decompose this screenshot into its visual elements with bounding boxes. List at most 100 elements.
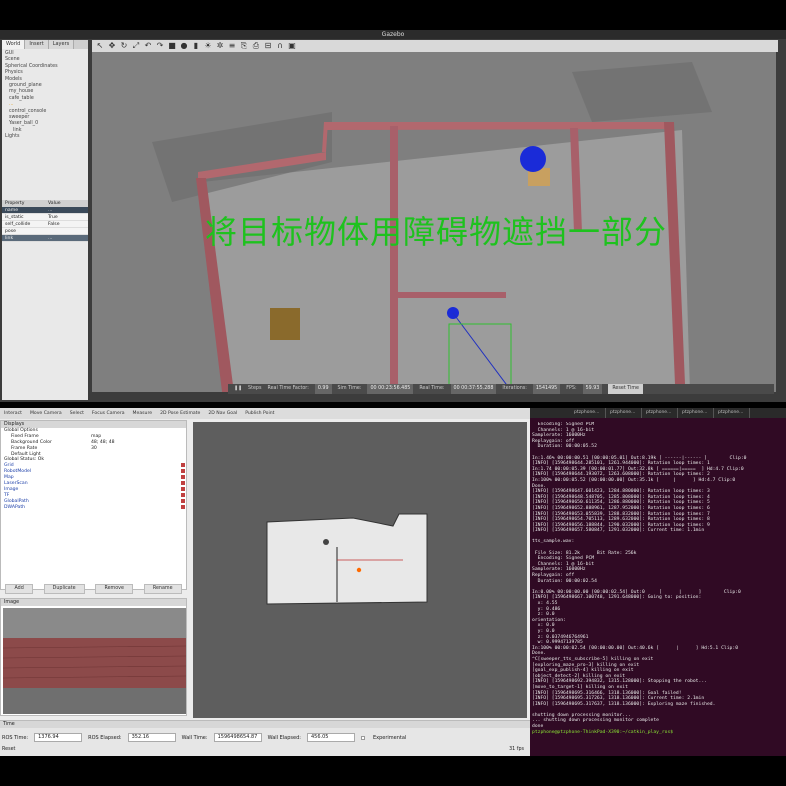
display-enable-checkbox[interactable] (181, 481, 185, 486)
display-row[interactable]: DWAPath (1, 504, 186, 511)
rviz-window: Interact Move Camera Select Focus Camera Mea… (0, 408, 530, 756)
fps-readout: 31 fps (509, 747, 524, 752)
tree-item[interactable]: Lights (5, 134, 85, 140)
reset-time-button[interactable]: Reset Time (608, 384, 643, 394)
caption-overlay: 将目标物体用障碍物遮挡一部分 (204, 213, 667, 251)
gazebo-toolbar: ↖ ✥ ↻ ⤢ ↶ ↷ ■ ● ▮ ☀ ✲ ≡ ⎘ ⎙ ⊟ ∩ ▣ (92, 40, 778, 52)
wall-top (324, 122, 672, 130)
display-enable-checkbox[interactable] (181, 463, 185, 468)
property-value: ... (48, 236, 53, 241)
property-value: ... (48, 208, 53, 213)
robot-pose-marker (356, 567, 362, 573)
property-col-header: Property (5, 201, 25, 206)
ros-elapsed-value: 352.16 (127, 733, 176, 742)
display-enable-checkbox[interactable] (181, 498, 185, 503)
rviz-tool-2d-pose-estimate[interactable]: 2D Pose Estimate (160, 411, 200, 416)
rviz-tool-measure[interactable]: Measure (133, 411, 153, 416)
display-enable-checkbox[interactable] (181, 504, 185, 509)
rviz-tool-2d-nav-goal[interactable]: 2D Nav Goal (208, 411, 237, 416)
box-shape-icon[interactable]: ■ (168, 41, 176, 51)
tab-insert[interactable]: Insert (25, 40, 49, 49)
gazebo-3d-view[interactable]: 将目标物体用障碍物遮挡一部分 (92, 52, 776, 392)
property-row[interactable]: self_collide False (2, 221, 88, 228)
fps-value: 59.93 (582, 384, 603, 394)
terminal-tab[interactable]: ptzphone... (570, 408, 606, 418)
rviz-tool-interact[interactable]: Interact (4, 411, 22, 416)
property-row[interactable]: link... (2, 235, 88, 242)
property-name: self_collide (5, 222, 31, 227)
terminal-window[interactable]: ptzphone... ptzphone... ptzphone... ptzphon… (530, 408, 786, 756)
terminal-tab[interactable]: ptzphone... (678, 408, 714, 418)
terminal-tab[interactable]: ptzphone... (714, 408, 750, 418)
redo-icon[interactable]: ↷ (156, 41, 164, 51)
ros-elapsed-label: ROS Elapsed: (88, 734, 122, 741)
wall-inner-horizontal (398, 292, 506, 298)
reset-button[interactable]: Reset (2, 747, 15, 752)
property-row[interactable]: is_static True (2, 214, 88, 221)
property-name: name (5, 208, 19, 213)
add-button[interactable]: Add (5, 584, 33, 594)
sphere-shape-icon[interactable]: ● (180, 41, 188, 51)
rviz-tool-move-camera[interactable]: Move Camera (30, 411, 62, 416)
rviz-toolbar: Interact Move Camera Select Focus Camera Mea… (0, 408, 530, 419)
experimental-label: Experimental (372, 734, 407, 741)
display-enable-checkbox[interactable] (181, 492, 185, 497)
spot-light-icon[interactable]: ✲ (216, 41, 224, 51)
rtf-value: 0.99 (314, 384, 332, 394)
select-arrow-icon[interactable]: ↖ (96, 41, 104, 51)
property-name: pose (5, 229, 16, 234)
iterations-value: 1541495 (532, 384, 561, 394)
terminal-tab[interactable]: ptzphone... (642, 408, 678, 418)
wall-time-label: Wall Time: (181, 734, 208, 741)
rviz-tool-select[interactable]: Select (70, 411, 84, 416)
rename-button[interactable]: Rename (143, 584, 182, 594)
copy-icon[interactable]: ⎘ (240, 41, 248, 51)
sim-time-label: Sim Time: (337, 386, 362, 391)
value-col-header: Value (48, 201, 61, 206)
rotate-icon[interactable]: ↻ (120, 41, 128, 51)
rtf-label: Real Time Factor: (267, 386, 309, 391)
paste-icon[interactable]: ⎙ (252, 41, 260, 51)
wall-time-value: 1596498654.87 (213, 733, 262, 742)
ros-time-label: ROS Time: (2, 734, 29, 741)
align-icon[interactable]: ⊟ (264, 41, 272, 51)
duplicate-button[interactable]: Duplicate (43, 584, 85, 594)
undo-icon[interactable]: ↶ (144, 41, 152, 51)
terminal-prompt[interactable]: ptzphone@ptzphone-ThinkPad-X390:~/catkin… (532, 730, 784, 736)
camera-icon[interactable]: ▣ (288, 41, 296, 51)
gazebo-window: Gazebo World Insert Layers GUI Scene Spher… (0, 30, 786, 402)
display-enable-checkbox[interactable] (181, 469, 185, 474)
terminal-tab[interactable]: ptzphone... (606, 408, 642, 418)
target-blue-ball (520, 146, 546, 172)
scale-icon[interactable]: ⤢ (132, 41, 140, 51)
rviz-tool-publish-point[interactable]: Publish Point (245, 411, 274, 416)
ros-time-value: 1376.94 (34, 733, 83, 742)
property-row[interactable]: name... (2, 207, 88, 214)
sim-time-value: 00 00:23:56.485 (367, 384, 414, 394)
gazebo-titlebar: Gazebo (0, 30, 786, 39)
time-title: Time (0, 721, 530, 728)
rviz-tool-focus-camera[interactable]: Focus Camera (92, 411, 125, 416)
display-enable-checkbox[interactable] (181, 475, 185, 480)
rviz-3d-view[interactable] (193, 422, 527, 718)
image-title: Image (1, 599, 186, 606)
terminal-tabs: ptzphone... ptzphone... ptzphone... ptzphon… (530, 408, 786, 418)
properties-table: Property Value name... is_static True self_… (2, 200, 88, 242)
experimental-checkbox[interactable] (360, 735, 365, 740)
gazebo-left-panel: World Insert Layers GUI Scene Spherical Co… (2, 40, 88, 400)
point-light-icon[interactable]: ☀ (204, 41, 212, 51)
occupancy-map (266, 513, 428, 605)
property-value: True (48, 215, 58, 220)
remove-button[interactable]: Remove (95, 584, 133, 594)
translate-icon[interactable]: ✥ (108, 41, 116, 51)
map-obstacle (323, 539, 329, 545)
snap-icon[interactable]: ∩ (276, 41, 284, 51)
cylinder-shape-icon[interactable]: ▮ (192, 41, 200, 51)
pause-icon[interactable]: ❚❚ (234, 384, 242, 394)
directional-light-icon[interactable]: ≡ (228, 41, 236, 51)
tab-layers[interactable]: Layers (48, 40, 75, 49)
display-enable-checkbox[interactable] (181, 486, 185, 491)
tab-world[interactable]: World (2, 40, 26, 49)
cardboard-box (270, 308, 300, 340)
property-row[interactable]: pose (2, 228, 88, 235)
